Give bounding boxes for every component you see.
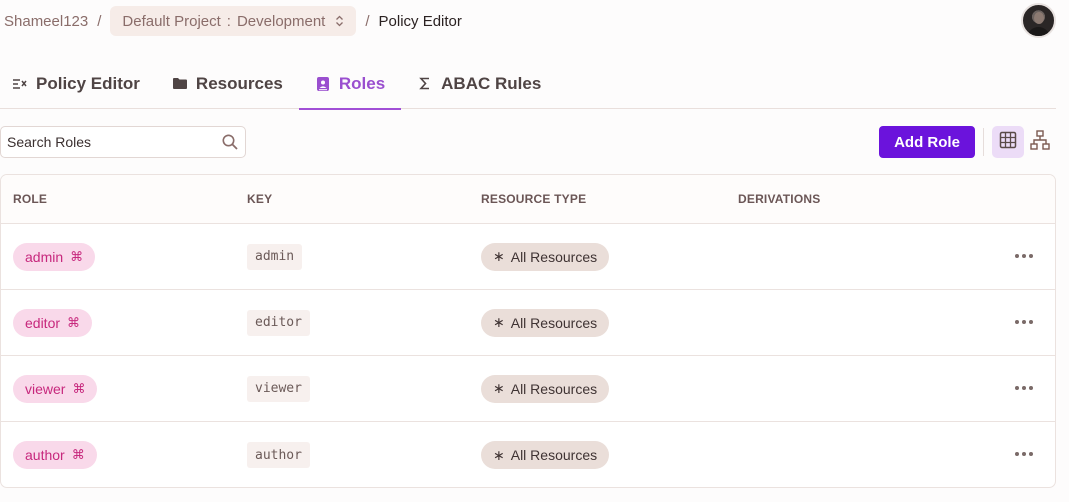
- resource-type-badge: ∗ All Resources: [481, 308, 610, 337]
- tab-label: Resources: [195, 73, 283, 93]
- column-header-key: KEY: [247, 192, 273, 206]
- resource-type-badge: ∗ All Resources: [481, 242, 610, 271]
- role-badge[interactable]: viewer ⌘: [13, 374, 98, 403]
- asterisk-icon: ∗: [493, 248, 505, 264]
- column-header-derivations: DERIVATIONS: [738, 192, 821, 206]
- role-key: viewer: [247, 375, 310, 402]
- project-selector[interactable]: Default Project : Development: [110, 6, 357, 36]
- resource-type-label: All Resources: [510, 447, 598, 463]
- sigma-icon: [417, 76, 433, 92]
- folder-icon: [172, 76, 188, 92]
- search-input[interactable]: [7, 134, 207, 150]
- asterisk-icon: ∗: [493, 314, 505, 330]
- table-grid-icon: [999, 131, 1017, 154]
- role-badge[interactable]: editor ⌘: [13, 308, 93, 337]
- chevron-up-down-icon: [335, 15, 344, 27]
- breadcrumb-separator: /: [365, 12, 370, 30]
- table-view-button[interactable]: [992, 126, 1024, 158]
- command-icon: ⌘: [70, 248, 84, 264]
- tab-abac-rules[interactable]: ABAC Rules: [401, 58, 557, 109]
- breadcrumb-current: Policy Editor: [378, 12, 462, 30]
- asterisk-icon: ∗: [493, 380, 505, 396]
- table-row[interactable]: editor ⌘ editor ∗ All Resources: [1, 290, 1055, 356]
- table-header: ROLE KEY RESOURCE TYPE DERIVATIONS: [1, 175, 1055, 224]
- tab-roles[interactable]: Roles: [298, 58, 402, 110]
- row-more-actions-icon[interactable]: [1013, 248, 1035, 264]
- project-separator: :: [226, 12, 231, 30]
- policy-list-icon: [12, 76, 28, 92]
- resource-type-label: All Resources: [510, 314, 598, 331]
- resource-type-badge: ∗ All Resources: [481, 441, 610, 469]
- column-header-resource-type: RESOURCE TYPE: [481, 192, 587, 206]
- roles-table: ROLE KEY RESOURCE TYPE DERIVATIONS admin…: [0, 174, 1056, 488]
- command-icon: ⌘: [72, 380, 86, 396]
- contact-card-icon: [315, 76, 331, 92]
- role-badge[interactable]: author ⌘: [13, 441, 97, 469]
- role-key: admin: [247, 243, 303, 270]
- tab-label: Roles: [338, 73, 386, 93]
- tab-label: ABAC Rules: [441, 73, 542, 93]
- role-name: editor: [25, 314, 61, 331]
- project-name: Default Project: [122, 12, 221, 30]
- resource-type-label: All Resources: [510, 380, 598, 397]
- role-name: author: [25, 447, 65, 463]
- breadcrumb: Shameel123 / Default Project : Developme…: [4, 6, 462, 36]
- command-icon: ⌘: [67, 314, 81, 330]
- breadcrumb-separator: /: [97, 12, 102, 30]
- row-more-actions-icon[interactable]: [1013, 380, 1035, 396]
- table-row[interactable]: viewer ⌘ viewer ∗ All Resources: [1, 356, 1055, 422]
- hierarchy-view-button[interactable]: [1024, 126, 1056, 158]
- row-more-actions-icon[interactable]: [1013, 446, 1035, 462]
- breadcrumb-org[interactable]: Shameel123: [4, 13, 88, 30]
- add-role-button[interactable]: Add Role: [879, 126, 975, 158]
- table-row[interactable]: admin ⌘ admin ∗ All Resources: [1, 224, 1055, 290]
- tab-bar: Policy Editor Resources Roles ABAC Rules: [0, 58, 1056, 110]
- tab-policy-editor[interactable]: Policy Editor: [0, 58, 156, 109]
- role-name: viewer: [25, 380, 66, 397]
- asterisk-icon: ∗: [493, 446, 505, 463]
- search-roles-field: [0, 126, 246, 158]
- avatar-shoulders: [1027, 27, 1050, 36]
- command-icon: ⌘: [71, 447, 85, 462]
- role-key: author: [247, 442, 310, 468]
- user-avatar[interactable]: [1021, 3, 1056, 38]
- table-row[interactable]: author ⌘ author ∗ All Resources: [1, 422, 1055, 487]
- resource-type-badge: ∗ All Resources: [481, 374, 610, 403]
- role-name: admin: [25, 248, 64, 265]
- tab-label: Policy Editor: [36, 73, 140, 93]
- resource-type-label: All Resources: [510, 248, 598, 265]
- role-badge[interactable]: admin ⌘: [13, 242, 96, 271]
- avatar-face: [1034, 12, 1044, 24]
- tab-resources[interactable]: Resources: [156, 58, 299, 109]
- row-more-actions-icon[interactable]: [1013, 314, 1035, 330]
- toolbar-divider: [983, 128, 984, 156]
- search-icon[interactable]: [221, 133, 239, 151]
- environment-name: Development: [236, 12, 326, 30]
- hierarchy-icon: [1030, 129, 1050, 155]
- column-header-role: ROLE: [13, 192, 48, 206]
- role-key: editor: [247, 309, 310, 336]
